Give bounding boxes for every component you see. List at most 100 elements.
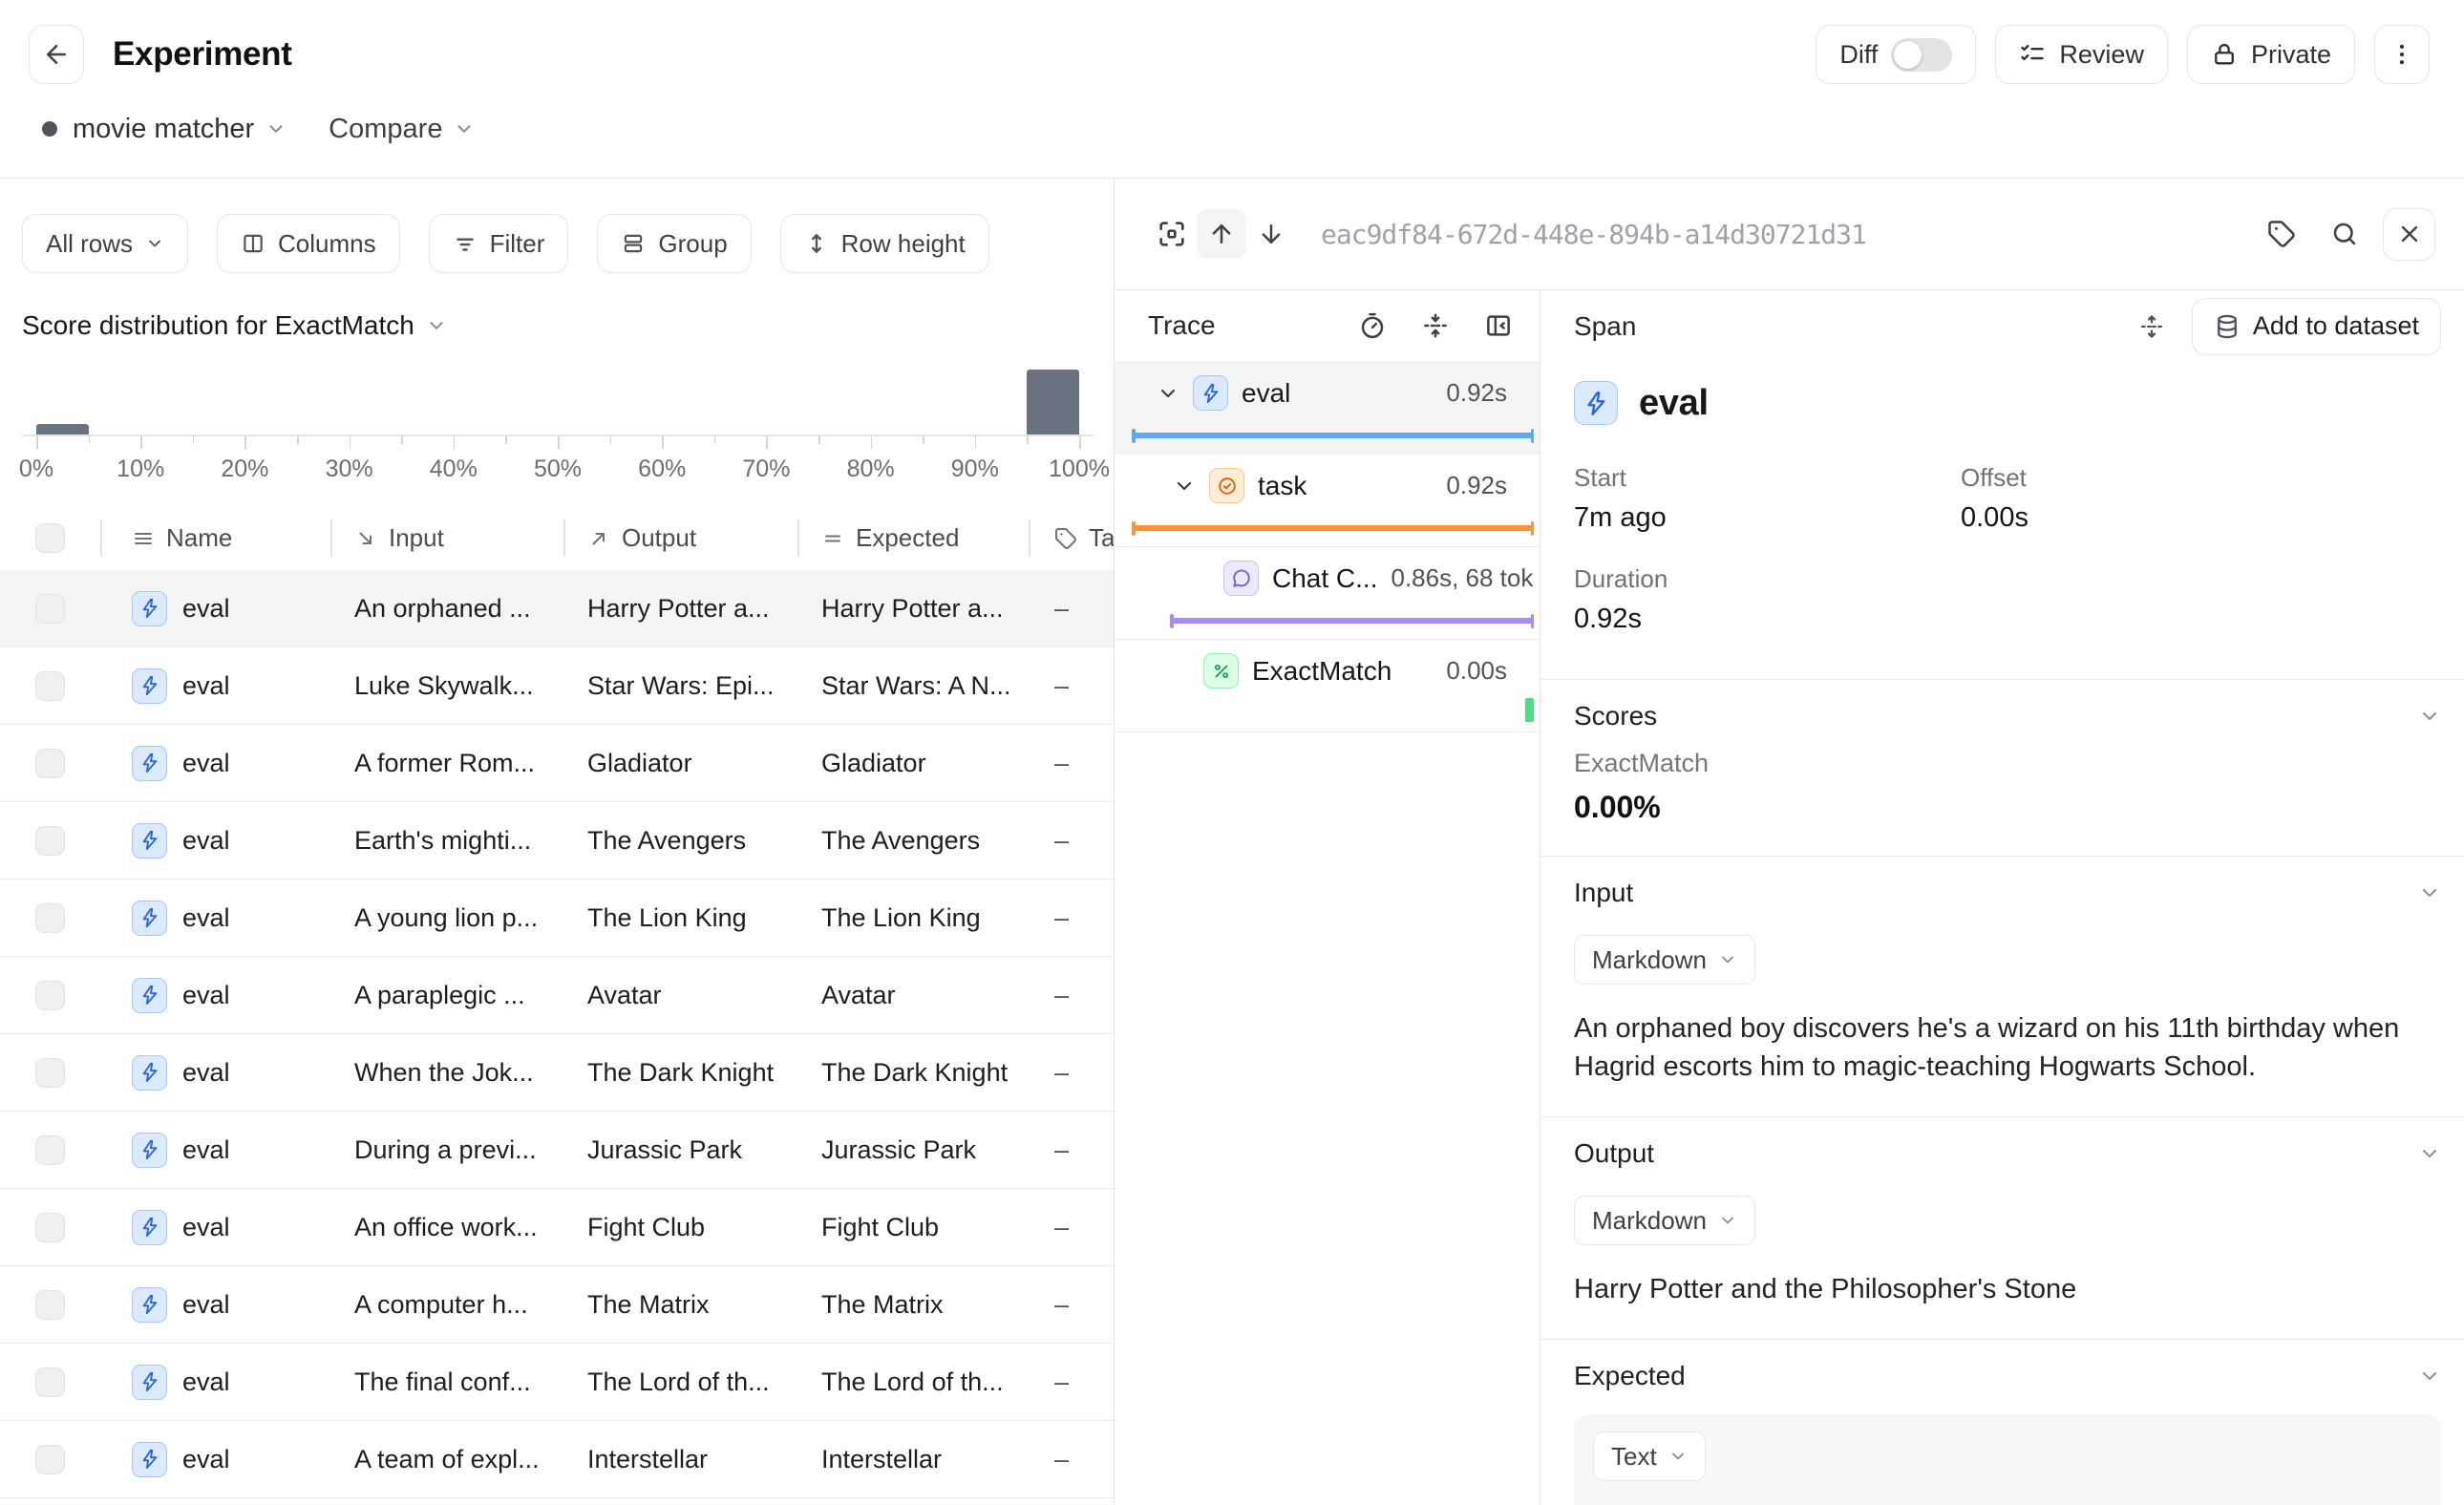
next-row-button[interactable] [1246,209,1296,259]
scores-section-header[interactable]: Scores [1574,688,2441,745]
tag-button[interactable] [2257,209,2306,259]
diff-toggle-group[interactable]: Diff [1816,25,1976,84]
more-menu-button[interactable] [2374,25,2430,84]
row-checkbox[interactable] [35,1445,65,1474]
table-row[interactable]: eval During a previ... Jurassic Park Jur… [0,1112,1115,1189]
columns-icon [241,231,266,256]
column-header-input[interactable]: Input [330,506,563,570]
trace-span-task[interactable]: task 0.92s [1115,455,1540,547]
row-height-icon [804,231,829,256]
input-section-header[interactable]: Input [1574,864,2441,922]
row-name: eval [182,1058,230,1088]
row-checkbox[interactable] [35,1058,65,1088]
back-button[interactable] [29,25,84,84]
columns-label: Columns [278,229,376,259]
expected-format-dropdown[interactable]: Text [1593,1431,1706,1481]
row-checkbox[interactable] [35,594,65,624]
row-checkbox[interactable] [35,826,65,856]
compare-dropdown[interactable]: Compare [329,114,475,145]
trace-span-exactmatch[interactable]: ExactMatch 0.00s [1115,640,1540,732]
row-checkbox[interactable] [35,749,65,778]
table-row[interactable]: eval Luke Skywalk... Star Wars: Epi... S… [0,647,1115,725]
column-header-tag[interactable]: Tag [1029,506,1115,570]
table-row[interactable]: eval The final conf... The Lord of th...… [0,1344,1115,1421]
row-checkbox[interactable] [35,1135,65,1165]
table-row[interactable]: eval Earth's mighti... The Avengers The … [0,802,1115,880]
chevron-down-icon[interactable] [1157,382,1179,405]
chevron-down-icon [2418,705,2441,728]
private-button[interactable]: Private [2187,25,2355,84]
column-header-name[interactable]: Name [100,506,330,570]
row-checkbox[interactable] [35,671,65,701]
table-row[interactable]: eval An orphaned ... Harry Potter a... H… [0,570,1115,647]
all-rows-label: All rows [46,229,133,259]
span-timeline-tick [1525,698,1534,722]
expand-row-button[interactable] [1147,209,1197,259]
output-section-header[interactable]: Output [1574,1125,2441,1182]
row-checkbox[interactable] [35,903,65,933]
row-expected: Gladiator [821,749,926,778]
previous-row-button[interactable] [1197,209,1246,259]
table-row[interactable]: eval An office work... Fight Club Fight … [0,1189,1115,1266]
columns-button[interactable]: Columns [217,214,400,273]
expected-section-header[interactable]: Expected [1574,1347,2441,1405]
diff-toggle[interactable] [1891,38,1952,72]
chevron-down-icon[interactable] [1173,475,1196,498]
all-rows-dropdown[interactable]: All rows [22,214,188,273]
column-label: Output [622,523,696,553]
row-tag: – [1054,1367,1069,1397]
chevron-down-icon [2418,1365,2441,1388]
group-button[interactable]: Group [597,214,751,273]
filter-button[interactable]: Filter [429,214,569,273]
row-name: eval [182,981,230,1010]
row-tag: – [1054,1135,1069,1165]
score-distribution-title[interactable]: Score distribution for ExactMatch [22,310,447,341]
x-axis-ticks [22,436,1094,450]
add-to-dataset-button[interactable]: Add to dataset [2192,298,2441,355]
search-button[interactable] [2320,209,2369,259]
chevron-down-icon [426,315,447,336]
row-checkbox[interactable] [35,1290,65,1320]
column-header-output[interactable]: Output [563,506,797,570]
x-axis-labels: 0%10%20%30%40%50%60%70%80%90%100% [22,456,1094,488]
collapse-panel-icon[interactable] [1484,311,1513,340]
output-format-dropdown[interactable]: Markdown [1574,1196,1755,1245]
row-checkbox[interactable] [35,981,65,1010]
row-name: eval [182,1367,230,1397]
experiment-name-dropdown[interactable]: movie matcher [73,114,287,145]
trace-span-chat-completion[interactable]: Chat C... 0.86s, 68 tok [1115,547,1540,640]
timer-icon[interactable] [1358,311,1387,340]
input-format-dropdown[interactable]: Markdown [1574,935,1755,985]
review-button[interactable]: Review [1995,25,2168,84]
close-panel-button[interactable] [2383,208,2435,261]
expected-code-block: Text 1 Harry Potter and the Sorcerer's S… [1574,1414,2441,1505]
row-expected: Interstellar [821,1445,942,1474]
select-all-checkbox[interactable] [35,523,65,553]
exactmatch-metric-label: ExactMatch [1574,749,2441,778]
table-row[interactable]: eval A young lion p... The Lion King The… [0,880,1115,957]
row-height-button[interactable]: Row height [780,214,989,273]
collapse-vertical-icon[interactable] [1421,311,1450,340]
row-name: eval [182,1290,230,1320]
eval-span-icon [132,1442,167,1477]
table-row[interactable]: eval A computer h... The Matrix The Matr… [0,1266,1115,1344]
table-row[interactable]: eval When the Jok... The Dark Knight The… [0,1034,1115,1112]
app-root: Experiment Diff Review Private [0,0,2464,1505]
eval-span-icon [132,668,167,704]
duration-value: 0.92s [1574,604,1961,635]
table-row[interactable]: eval A paraplegic ... Avatar Avatar – [0,957,1115,1034]
filter-icon [453,231,478,256]
table-row[interactable]: eval A team of expl... Interstellar Inte… [0,1421,1115,1498]
compare-label: Compare [329,114,442,145]
column-header-expected[interactable]: Expected [797,506,1029,570]
row-output: Gladiator [587,749,692,778]
row-checkbox[interactable] [35,1367,65,1397]
axis-tick-label: 60% [638,456,686,483]
column-label: Tag [1089,523,1115,553]
trace-span-eval[interactable]: eval 0.92s [1115,362,1540,455]
expand-vertical-icon[interactable] [2138,313,2165,340]
table-row[interactable]: eval A former Rom... Gladiator Gladiator… [0,725,1115,802]
trace-detail-header: eac9df84-672d-448e-894b-a14d30721d31 [1115,179,2464,290]
row-checkbox[interactable] [35,1213,65,1242]
row-name: eval [182,671,230,701]
